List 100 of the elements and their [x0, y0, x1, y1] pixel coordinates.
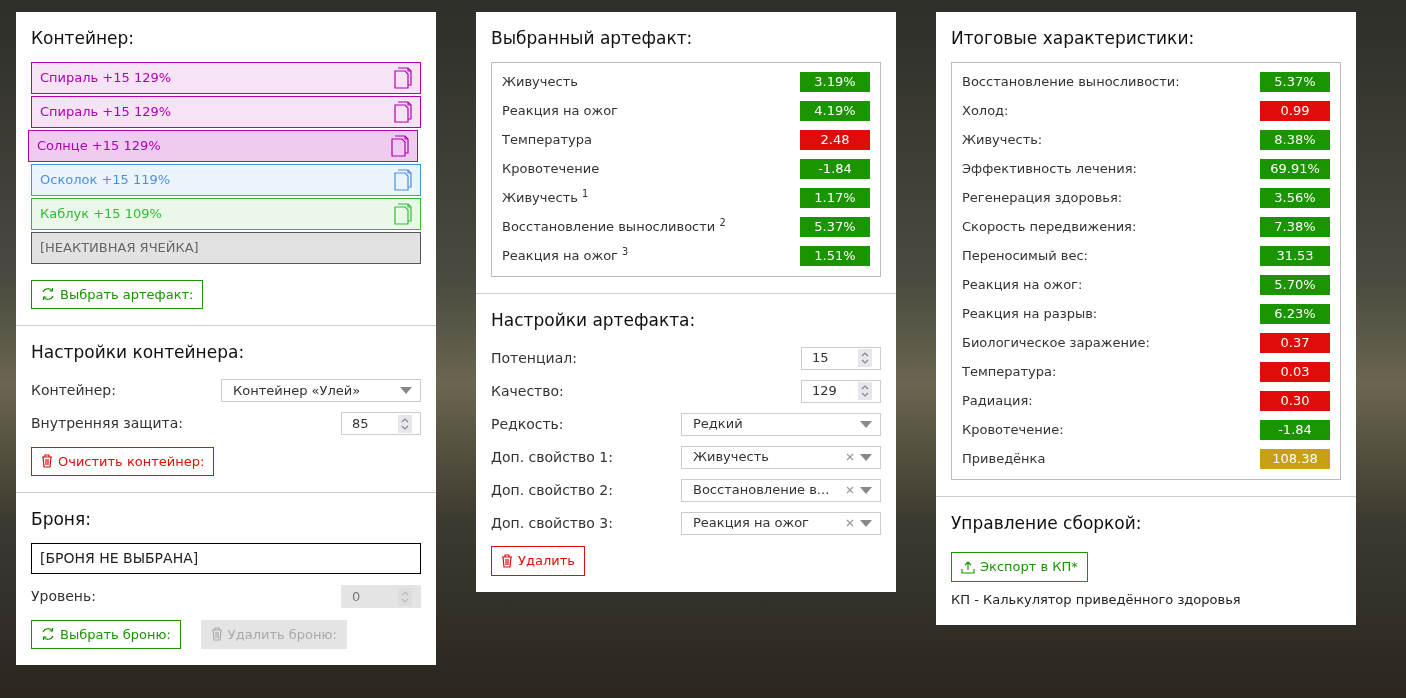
field-label: Уровень:	[31, 587, 96, 606]
stat-label: Регенерация здоровья:	[962, 189, 1123, 208]
copy-icon	[394, 66, 412, 89]
export-button[interactable]: Экспорт в КП*	[951, 552, 1088, 582]
stat-value: 5.37%	[800, 217, 870, 237]
dropdown[interactable]: Реакция на ожог	[681, 511, 881, 535]
stat-label: Реакция на ожог $^{3}$	[502, 246, 629, 266]
stat-value: 0.30	[1260, 391, 1330, 411]
stat-value: 3.56%	[1260, 188, 1330, 208]
trash-icon	[41, 454, 53, 469]
stat-label: Реакция на разрыв:	[962, 305, 1098, 324]
trash-icon	[210, 627, 223, 642]
section-title: Итоговые характеристики:	[951, 27, 1196, 50]
field-label: Потенциал:	[491, 348, 577, 368]
field-label: Редкость:	[491, 414, 564, 434]
dropdown[interactable]: Контейнер «Улей»	[221, 379, 421, 402]
dropdown[interactable]: Живучесть	[681, 445, 881, 469]
armor-field[interactable]: [БРОНЯ НЕ ВЫБРАНА]	[31, 542, 421, 574]
section-title: Настройки контейнера:	[31, 341, 246, 364]
stat-label: Температура:	[962, 363, 1057, 382]
stat-value: 108.38	[1260, 449, 1330, 469]
number-field[interactable]: 85	[341, 412, 421, 435]
stat-value: 3.19%	[800, 72, 870, 92]
stat-value: -1.84	[1260, 420, 1330, 440]
stat-label: Реакция на ожог	[502, 102, 618, 121]
field-label: Внутренняя защита:	[31, 414, 184, 433]
stat-label: Приведёнка	[962, 450, 1046, 469]
caret-icon	[860, 420, 872, 428]
spinner-icon	[858, 349, 872, 367]
stat-value: 1.51%	[800, 246, 870, 266]
field-label: Качество:	[491, 381, 564, 401]
stat-value: 7.38%	[1260, 217, 1330, 237]
stat-label: Восстановление выносливости:	[962, 73, 1180, 92]
stat-label: Радиация:	[962, 392, 1033, 411]
stat-value: 8.38%	[1260, 130, 1330, 150]
number-field[interactable]: 15	[801, 346, 881, 370]
stat-value: 4.19%	[800, 101, 870, 121]
delete-button[interactable]: Удалить	[491, 546, 585, 576]
field-label: Доп. свойство 3:	[491, 513, 613, 533]
copy-icon	[394, 168, 412, 191]
dropdown[interactable]: Восстановление в...	[681, 478, 881, 502]
clear-icon	[846, 486, 854, 494]
spinner-icon	[858, 382, 872, 400]
artifact-slot[interactable]: Осколок +15 119%	[31, 163, 421, 196]
select-button[interactable]: Выбрать артефакт:	[31, 279, 204, 309]
stat-value: 0.99	[1260, 101, 1330, 121]
caret-icon	[860, 519, 872, 527]
stat-label: Кровотечение:	[962, 421, 1064, 440]
trash-icon	[501, 553, 513, 568]
field-label: Доп. свойство 1:	[491, 447, 613, 467]
clear-icon	[846, 453, 854, 461]
section-title: Управление сборкой:	[951, 511, 1143, 535]
stat-label: Кровотечение	[502, 160, 600, 179]
stat-label: Биологическое заражение:	[962, 334, 1150, 353]
spinner-icon	[398, 587, 412, 606]
stat-label: Скорость передвижения:	[962, 218, 1137, 237]
stat-label: Холод:	[962, 102, 1009, 121]
stat-value: 0.03	[1260, 362, 1330, 382]
footnote-text: КП - Калькулятор приведённого здоровья	[951, 590, 1242, 609]
clear-icon	[846, 519, 854, 527]
artifact-slot[interactable]: Солнце +15 129%	[28, 129, 418, 162]
stat-label: Температура	[502, 131, 592, 150]
stat-label: Переносимый вес:	[962, 247, 1088, 266]
section-title: Настройки артефакта:	[491, 308, 697, 332]
section-title: Выбранный артефакт:	[491, 27, 694, 50]
copy-icon	[391, 134, 409, 157]
stat-value: 5.37%	[1260, 72, 1330, 92]
artifact-slot[interactable]: Спираль +15 129%	[31, 61, 421, 94]
stat-label: Живучесть:	[962, 131, 1043, 150]
stat-label: Восстановление выносливости $^{2}$	[502, 217, 726, 237]
stat-value: 2.48	[800, 130, 870, 150]
stat-value: 1.17%	[800, 188, 870, 208]
stat-label: Живучесть $^{1}$	[502, 188, 589, 208]
select-button[interactable]: Выбрать броню:	[31, 619, 181, 649]
stat-value: 0.37	[1260, 333, 1330, 353]
field-label: Доп. свойство 2:	[491, 480, 613, 500]
artifact-slot[interactable]: Спираль +15 129%	[31, 95, 421, 128]
section-title: Контейнер:	[31, 27, 136, 50]
stat-value: 69.91%	[1260, 159, 1330, 179]
caret-icon	[860, 453, 872, 461]
stat-value: 6.23%	[1260, 304, 1330, 324]
number-field[interactable]: 129	[801, 379, 881, 403]
caret-icon	[860, 486, 872, 494]
stat-label: Живучесть	[502, 73, 578, 92]
delete-button[interactable]: Очистить контейнер:	[31, 446, 215, 476]
stat-label: Реакция на ожог:	[962, 276, 1083, 295]
section-title: Броня:	[31, 508, 92, 531]
stat-value: 31.53	[1260, 246, 1330, 266]
spinner-icon	[398, 414, 412, 433]
stat-value: -1.84	[800, 159, 870, 179]
refresh-icon	[41, 627, 55, 642]
caret-icon	[400, 387, 412, 394]
copy-icon	[394, 100, 412, 123]
copy-icon	[394, 202, 412, 225]
refresh-icon	[41, 287, 55, 302]
dropdown[interactable]: Редкий	[681, 412, 881, 436]
upload-icon	[961, 559, 975, 574]
field-label: Контейнер:	[31, 381, 116, 400]
stat-label: Эффективность лечения:	[962, 160, 1137, 179]
stat-value: 5.70%	[1260, 275, 1330, 295]
